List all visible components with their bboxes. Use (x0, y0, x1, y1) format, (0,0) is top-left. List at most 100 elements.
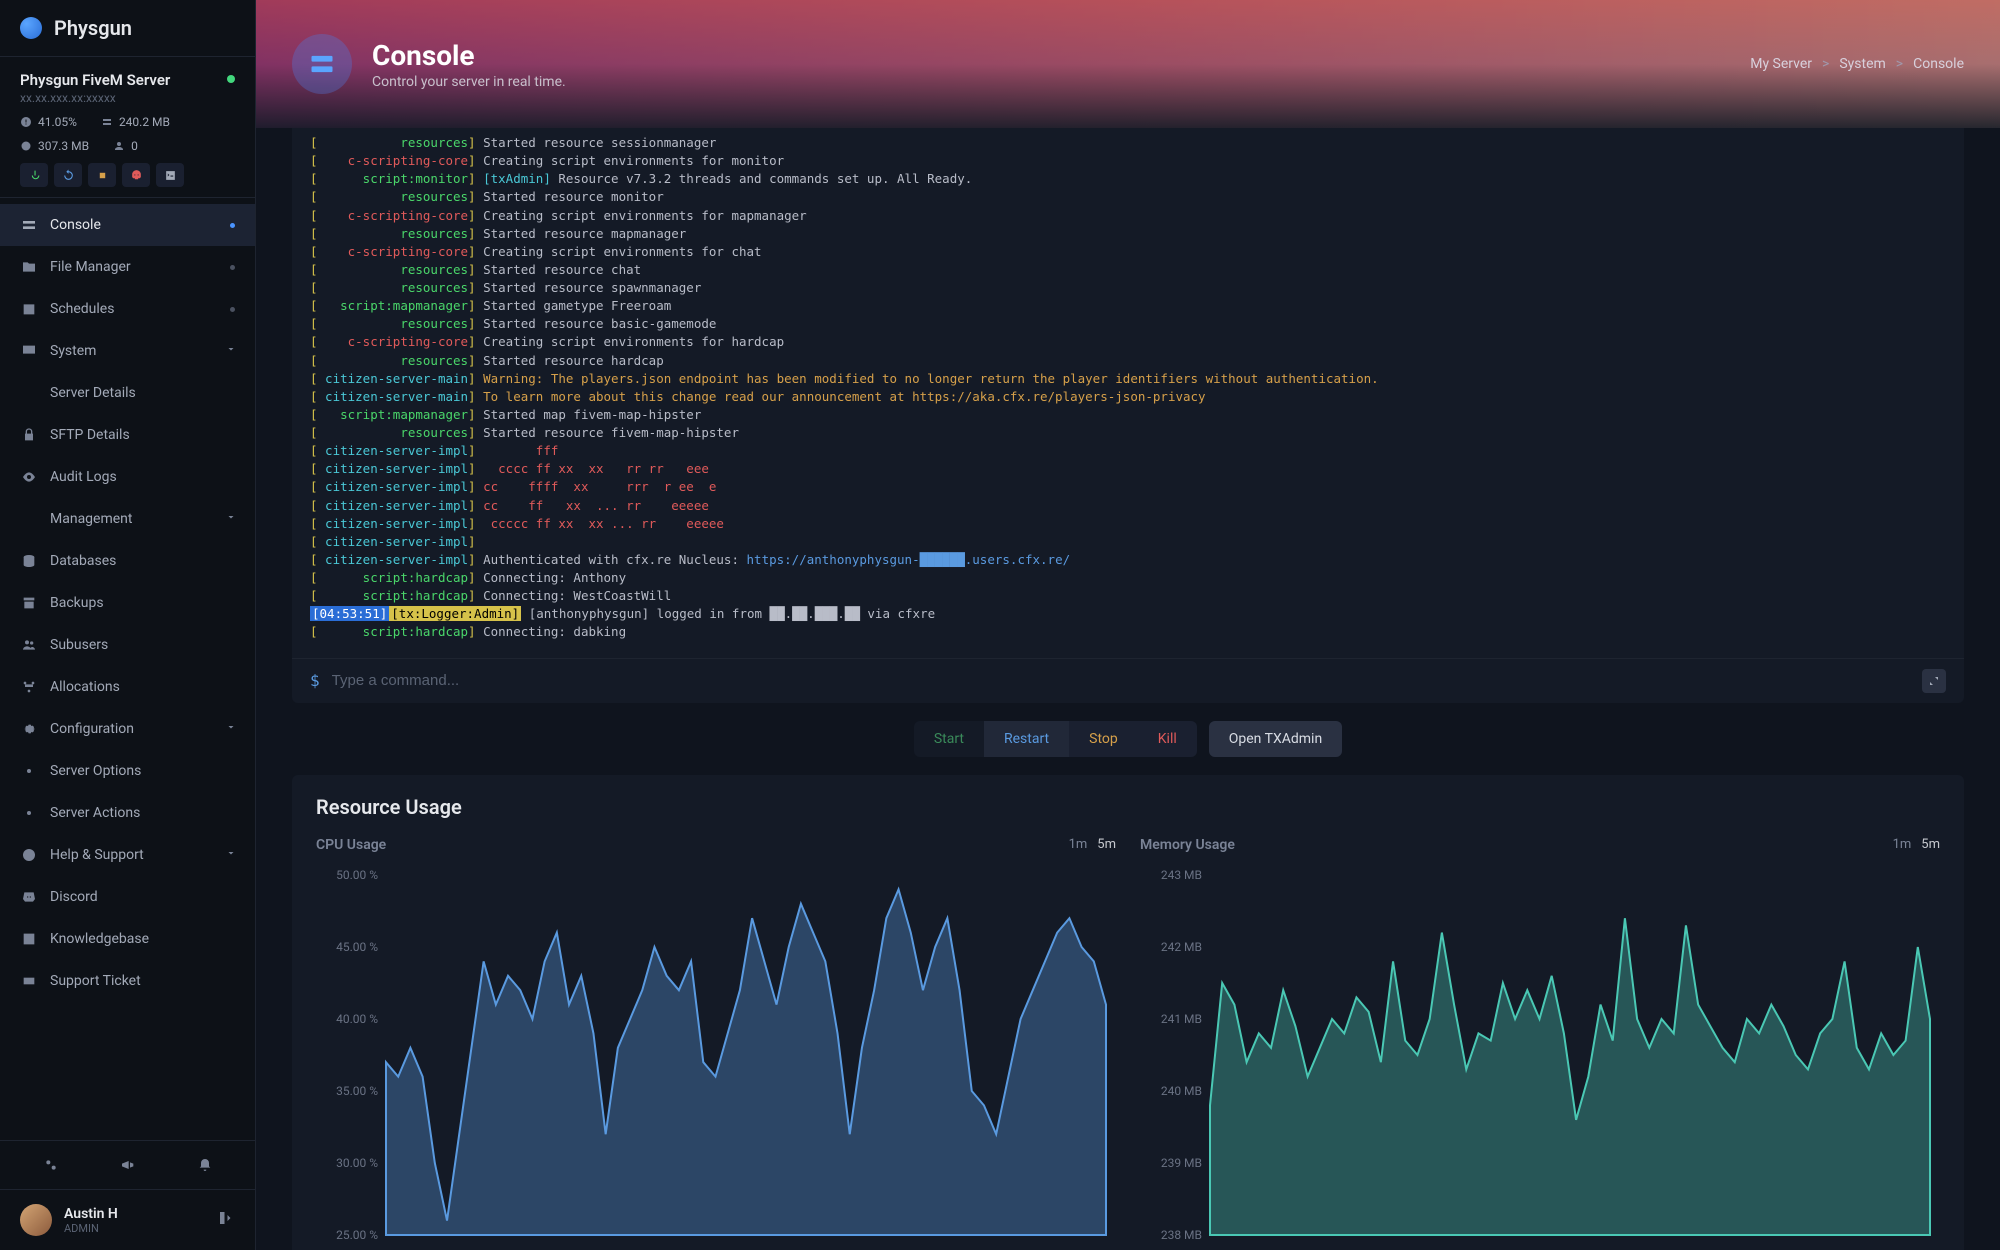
sidebar-item-schedules[interactable]: Schedules (0, 288, 255, 330)
stop-button[interactable] (88, 163, 116, 187)
sidebar-item-allocations[interactable]: Allocations (0, 666, 255, 708)
disk-icon (20, 140, 32, 152)
sidebar-item-label: Support Ticket (50, 973, 141, 989)
sidebar-item-label: Audit Logs (50, 469, 117, 485)
dot-icon (230, 265, 235, 270)
sidebar-item-label: Server Options (50, 763, 141, 779)
active-dot-icon (230, 223, 235, 228)
user-block: Austin H ADMIN (0, 1189, 255, 1250)
chevron-right-icon: > (1822, 56, 1829, 72)
terminal-button[interactable] (156, 163, 184, 187)
main: Console Control your server in real time… (256, 0, 2000, 1250)
user-role: ADMIN (64, 1222, 205, 1235)
chart-tab-1m[interactable]: 1m (1069, 837, 1088, 852)
sidebar-item-server-options[interactable]: Server Options (0, 750, 255, 792)
sidebar: Physgun Physgun FiveM Server xx.xx.xxx.x… (0, 0, 256, 1250)
sidebar-item-configuration[interactable]: Configuration (0, 708, 255, 750)
dot-icon (230, 307, 235, 312)
sidebar-item-label: SFTP Details (50, 427, 130, 443)
svg-text:30.00 %: 30.00 % (336, 1156, 378, 1170)
restart-button[interactable]: Restart (984, 721, 1069, 757)
open-txadmin-button[interactable]: Open TXAdmin (1209, 721, 1342, 757)
svg-text:243 MB: 243 MB (1161, 868, 1202, 882)
sidebar-item-file-manager[interactable]: File Manager (0, 246, 255, 288)
kill-button[interactable]: Kill (1138, 721, 1197, 757)
sidebar-item-databases[interactable]: Databases (0, 540, 255, 582)
sidebar-item-server-actions[interactable]: Server Actions (0, 792, 255, 834)
sidebar-item-label: Console (50, 217, 101, 233)
chart-tab-1m[interactable]: 1m (1893, 837, 1912, 852)
network-icon (20, 678, 38, 696)
sidebar-item-knowledgebase[interactable]: Knowledgebase (0, 918, 255, 960)
database-icon (20, 552, 38, 570)
sidebar-item-sftp-details[interactable]: SFTP Details (0, 414, 255, 456)
svg-text:50.00 %: 50.00 % (336, 868, 378, 882)
ticket-icon (20, 972, 38, 990)
chevron-down-icon (225, 511, 237, 527)
chart-tab-5m[interactable]: 5m (1097, 837, 1116, 852)
console-box: [ resources] Started resource sessionman… (292, 128, 1964, 703)
chevron-down-icon (225, 721, 237, 737)
start-button[interactable]: Start (914, 721, 984, 757)
sidebar-item-label: System (50, 343, 96, 359)
brand-name: Physgun (54, 16, 132, 40)
sidebar-item-help-support[interactable]: Help & Support (0, 834, 255, 876)
sidebar-item-system[interactable]: System (0, 330, 255, 372)
sidebar-item-label: Server Actions (50, 805, 140, 821)
sidebar-item-label: Configuration (50, 721, 134, 737)
hero: Console Control your server in real time… (256, 0, 2000, 128)
status-online-icon (227, 75, 235, 83)
notification-button[interactable] (189, 1151, 221, 1179)
gauge-icon (20, 116, 32, 128)
gear-icon (20, 804, 38, 822)
svg-text:241 MB: 241 MB (1161, 1012, 1202, 1026)
console-output[interactable]: [ resources] Started resource sessionman… (292, 128, 1964, 658)
eye-icon (20, 468, 38, 486)
sidebar-item-discord[interactable]: Discord (0, 876, 255, 918)
sidebar-item-console[interactable]: Console (0, 204, 255, 246)
logout-button[interactable] (217, 1209, 235, 1231)
memory-chart: Memory Usage 1m 5m 243 MB 242 MB 241 MB 240… (1140, 837, 1940, 1245)
breadcrumb-item[interactable]: My Server (1750, 56, 1812, 72)
expand-button[interactable] (1922, 669, 1946, 693)
stop-button[interactable]: Stop (1069, 721, 1138, 757)
chart-tab-5m[interactable]: 5m (1921, 837, 1940, 852)
svg-text:25.00 %: 25.00 % (336, 1228, 378, 1242)
help-icon (20, 846, 38, 864)
sidebar-item-label: Server Details (50, 385, 136, 401)
calendar-icon (20, 300, 38, 318)
svg-text:242 MB: 242 MB (1161, 940, 1202, 954)
svg-text:239 MB: 239 MB (1161, 1156, 1202, 1170)
stat-players-value: 0 (131, 139, 138, 153)
chevron-down-icon (225, 847, 237, 863)
sidebar-item-support-ticket[interactable]: Support Ticket (0, 960, 255, 1002)
sidebar-item-server-details[interactable]: Server Details (0, 372, 255, 414)
svg-text:45.00 %: 45.00 % (336, 940, 378, 954)
sidebar-item-audit-logs[interactable]: Audit Logs (0, 456, 255, 498)
restart-button[interactable] (54, 163, 82, 187)
sidebar-item-label: File Manager (50, 259, 131, 275)
stat-mem-used-value: 307.3 MB (38, 139, 89, 153)
breadcrumb-item[interactable]: Console (1913, 56, 1964, 72)
power-button[interactable] (20, 163, 48, 187)
breadcrumb: My Server > System > Console (1750, 56, 1964, 72)
avatar[interactable] (20, 1204, 52, 1236)
sidebar-item-subusers[interactable]: Subusers (0, 624, 255, 666)
sidebar-item-management[interactable]: Management (0, 498, 255, 540)
settings-button[interactable] (35, 1151, 67, 1179)
user-name: Austin H (64, 1206, 205, 1222)
kill-button[interactable] (122, 163, 150, 187)
chart-title: Memory Usage (1140, 837, 1235, 853)
breadcrumb-item[interactable]: System (1839, 56, 1885, 72)
brand[interactable]: Physgun (0, 0, 255, 57)
command-input[interactable] (332, 672, 1922, 689)
sidebar-item-backups[interactable]: Backups (0, 582, 255, 624)
svg-text:240 MB: 240 MB (1161, 1084, 1202, 1098)
gear-icon (20, 720, 38, 738)
announcement-button[interactable] (112, 1151, 144, 1179)
brand-logo-icon (20, 17, 42, 39)
nav: Console File Manager Schedules System Se… (0, 198, 255, 1140)
resource-panel: Resource Usage CPU Usage 1m 5m 50.00 %45… (292, 775, 1964, 1250)
sidebar-item-label: Schedules (50, 301, 114, 317)
controls: Start Restart Stop Kill Open TXAdmin (292, 721, 1964, 757)
